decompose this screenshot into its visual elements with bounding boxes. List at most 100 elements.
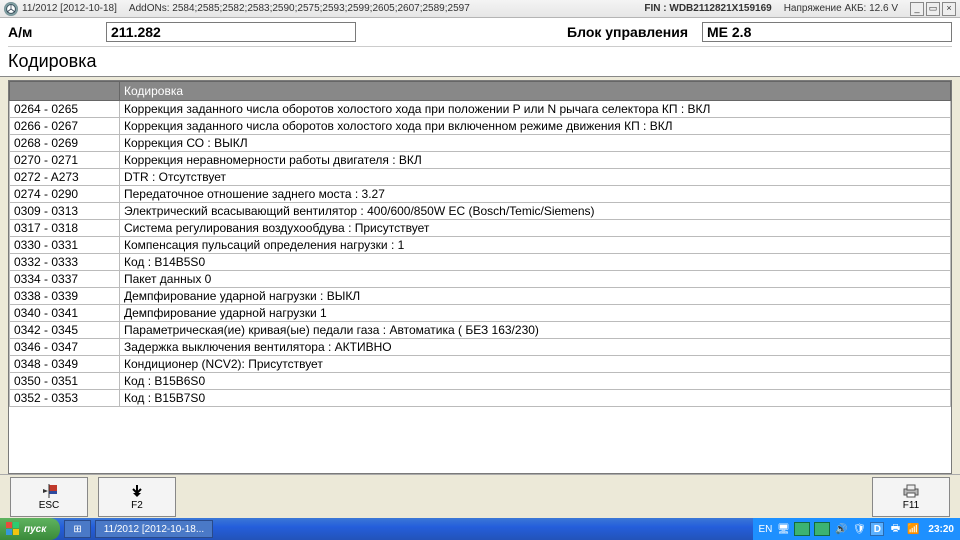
table-row[interactable]: 0340 - 0341Демпфирование ударной нагрузк… bbox=[10, 305, 951, 322]
cell-desc: Передаточное отношение заднего моста : 3… bbox=[120, 186, 951, 203]
table-row[interactable]: 0334 - 0337Пакет данных 0 bbox=[10, 271, 951, 288]
cell-desc: Код : B15B6S0 bbox=[120, 373, 951, 390]
cell-desc: Демпфирование ударной нагрузки 1 bbox=[120, 305, 951, 322]
coding-table: Кодировка 0264 - 0265Коррекция заданного… bbox=[9, 81, 951, 407]
tray-monitor-icon[interactable]: 🖥 bbox=[776, 522, 790, 536]
table-scroll[interactable]: Кодировка 0264 - 0265Коррекция заданного… bbox=[9, 81, 951, 473]
cell-code: 0342 - 0345 bbox=[10, 322, 120, 339]
tray-lang[interactable]: EN bbox=[759, 524, 773, 535]
f2-label: F2 bbox=[131, 500, 143, 511]
cell-desc: Электрический всасывающий вентилятор : 4… bbox=[120, 203, 951, 220]
cell-code: 0274 - 0290 bbox=[10, 186, 120, 203]
header-panel: А/м Блок управления Кодировка bbox=[0, 18, 960, 77]
cell-code: 0340 - 0341 bbox=[10, 305, 120, 322]
mercedes-logo-icon bbox=[4, 2, 18, 16]
cell-desc: Кондиционер (NCV2): Присутствует bbox=[120, 356, 951, 373]
system-tray: EN 🖥 🔊 🛡 D 🖶 📶 23:20 bbox=[753, 518, 960, 540]
cell-code: 0352 - 0353 bbox=[10, 390, 120, 407]
lang-icon: ⊞ bbox=[73, 524, 81, 535]
table-row[interactable]: 0350 - 0351Код : B15B6S0 bbox=[10, 373, 951, 390]
control-unit-input[interactable] bbox=[702, 22, 952, 42]
maximize-button[interactable]: ▭ bbox=[926, 2, 940, 16]
taskbar-app-label: 11/2012 [2012-10-18... bbox=[104, 524, 204, 535]
cell-code: 0270 - 0271 bbox=[10, 152, 120, 169]
table-row[interactable]: 0338 - 0339Демпфирование ударной нагрузк… bbox=[10, 288, 951, 305]
close-button[interactable]: × bbox=[942, 2, 956, 16]
cell-desc: Система регулирования воздухообдува : Пр… bbox=[120, 220, 951, 237]
section-title: Кодировка bbox=[8, 46, 952, 76]
tray-d-icon[interactable]: D bbox=[870, 522, 884, 536]
tray-shield-icon[interactable]: 🛡 bbox=[852, 522, 866, 536]
col-code bbox=[10, 82, 120, 101]
tray-chip-1[interactable] bbox=[794, 522, 810, 536]
table-row[interactable]: 0332 - 0333Код : B14B5S0 bbox=[10, 254, 951, 271]
taskbar-app-button[interactable]: 11/2012 [2012-10-18... bbox=[95, 520, 213, 538]
cell-desc: Коррекция неравномерности работы двигате… bbox=[120, 152, 951, 169]
taskbar-lang-switch[interactable]: ⊞ bbox=[64, 520, 90, 538]
esc-button[interactable]: ESC bbox=[10, 477, 88, 517]
table-row[interactable]: 0352 - 0353Код : B15B7S0 bbox=[10, 390, 951, 407]
table-row[interactable]: 0274 - 0290Передаточное отношение заднег… bbox=[10, 186, 951, 203]
cell-code: 0332 - 0333 bbox=[10, 254, 120, 271]
windows-logo-icon bbox=[6, 522, 20, 536]
cell-desc: Задержка выключения вентилятора : АКТИВН… bbox=[120, 339, 951, 356]
start-button[interactable]: пуск bbox=[0, 518, 60, 540]
table-row[interactable]: 0264 - 0265Коррекция заданного числа обо… bbox=[10, 101, 951, 118]
f11-label: F11 bbox=[903, 500, 920, 511]
table-row[interactable]: 0342 - 0345Параметрическая(ие) кривая(ые… bbox=[10, 322, 951, 339]
addons-text: AddONs: 2584;2585;2582;2583;2590;2575;25… bbox=[129, 3, 470, 14]
windows-taskbar: пуск ⊞ 11/2012 [2012-10-18... EN 🖥 🔊 🛡 D… bbox=[0, 518, 960, 540]
cell-code: 0330 - 0331 bbox=[10, 237, 120, 254]
cell-code: 0334 - 0337 bbox=[10, 271, 120, 288]
tray-volume-icon[interactable]: 🔊 bbox=[834, 522, 848, 536]
f2-button[interactable]: F2 bbox=[98, 477, 176, 517]
cell-code: 0266 - 0267 bbox=[10, 118, 120, 135]
f11-button[interactable]: F11 bbox=[872, 477, 950, 517]
cell-code: 0346 - 0347 bbox=[10, 339, 120, 356]
table-row[interactable]: 0270 - 0271Коррекция неравномерности раб… bbox=[10, 152, 951, 169]
tray-printer-icon[interactable]: 🖶 bbox=[888, 522, 902, 536]
cell-code: 0264 - 0265 bbox=[10, 101, 120, 118]
control-unit-label: Блок управления bbox=[567, 24, 688, 40]
window-titlebar: 11/2012 [2012-10-18] AddONs: 2584;2585;2… bbox=[0, 0, 960, 18]
cell-desc: Пакет данных 0 bbox=[120, 271, 951, 288]
cell-desc: Компенсация пульсаций определения нагруз… bbox=[120, 237, 951, 254]
cell-desc: DTR : Отсутствует bbox=[120, 169, 951, 186]
app-version: 11/2012 [2012-10-18] bbox=[22, 3, 117, 14]
cell-desc: Коррекция СО : ВЫКЛ bbox=[120, 135, 951, 152]
start-label: пуск bbox=[24, 524, 46, 535]
table-row[interactable]: 0317 - 0318Система регулирования воздухо… bbox=[10, 220, 951, 237]
cell-code: 0317 - 0318 bbox=[10, 220, 120, 237]
cell-desc: Коррекция заданного числа оборотов холос… bbox=[120, 118, 951, 135]
table-row[interactable]: 0330 - 0331Компенсация пульсаций определ… bbox=[10, 237, 951, 254]
vehicle-input[interactable] bbox=[106, 22, 356, 42]
vehicle-label: А/м bbox=[8, 24, 98, 40]
table-row[interactable]: 0272 - A273DTR : Отсутствует bbox=[10, 169, 951, 186]
cell-code: 0268 - 0269 bbox=[10, 135, 120, 152]
esc-label: ESC bbox=[39, 500, 60, 511]
table-row[interactable]: 0268 - 0269Коррекция СО : ВЫКЛ bbox=[10, 135, 951, 152]
cell-code: 0272 - A273 bbox=[10, 169, 120, 186]
table-row[interactable]: 0346 - 0347Задержка выключения вентилято… bbox=[10, 339, 951, 356]
cell-desc: Параметрическая(ие) кривая(ые) педали га… bbox=[120, 322, 951, 339]
table-row[interactable]: 0266 - 0267Коррекция заданного числа обо… bbox=[10, 118, 951, 135]
printer-icon bbox=[902, 482, 920, 500]
footer-toolbar: ESC F2 F11 bbox=[0, 474, 960, 518]
cell-desc: Коррекция заданного числа оборотов холос… bbox=[120, 101, 951, 118]
table-row[interactable]: 0348 - 0349Кондиционер (NCV2): Присутств… bbox=[10, 356, 951, 373]
taskbar-clock[interactable]: 23:20 bbox=[928, 524, 954, 535]
tray-chip-2[interactable] bbox=[814, 522, 830, 536]
cell-desc: Код : B14B5S0 bbox=[120, 254, 951, 271]
content-panel: Кодировка 0264 - 0265Коррекция заданного… bbox=[8, 80, 952, 474]
arrow-down-icon bbox=[130, 482, 144, 500]
cell-code: 0309 - 0313 bbox=[10, 203, 120, 220]
cell-desc: Код : B15B7S0 bbox=[120, 390, 951, 407]
cell-code: 0338 - 0339 bbox=[10, 288, 120, 305]
tray-network-icon[interactable]: 📶 bbox=[906, 522, 920, 536]
cell-code: 0350 - 0351 bbox=[10, 373, 120, 390]
minimize-button[interactable]: _ bbox=[910, 2, 924, 16]
back-flag-icon bbox=[40, 482, 58, 500]
col-description: Кодировка bbox=[120, 82, 951, 101]
table-row[interactable]: 0309 - 0313Электрический всасывающий вен… bbox=[10, 203, 951, 220]
fin-text: FIN : WDB2112821X159169 bbox=[644, 3, 771, 14]
